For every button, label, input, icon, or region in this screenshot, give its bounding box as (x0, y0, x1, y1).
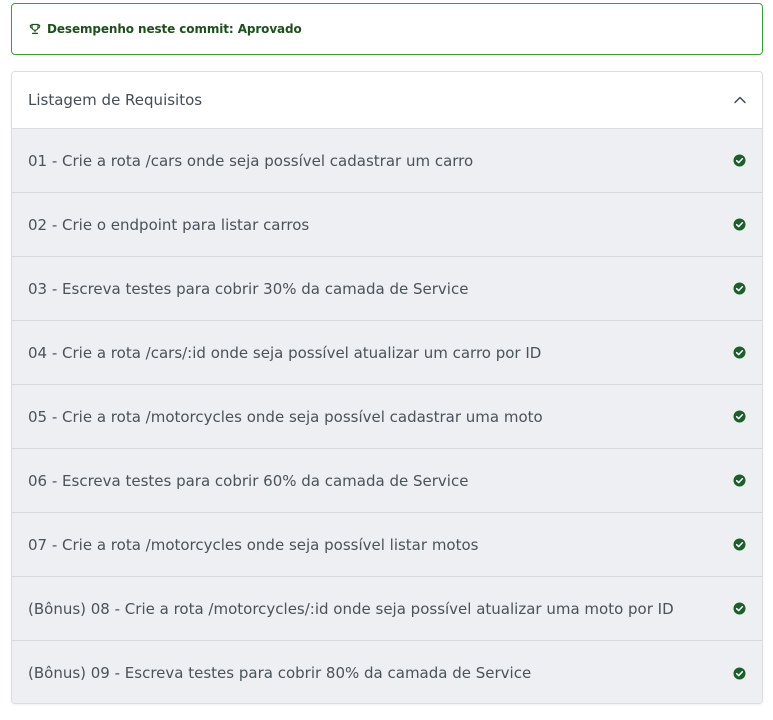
requirement-item-03: 03 - Escreva testes para cobrir 30% da c… (12, 257, 762, 321)
page: Desempenho neste commit: Aprovado Listag… (0, 0, 773, 720)
requirement-label: 02 - Crie o endpoint para listar carros (28, 215, 310, 234)
chevron-up-icon[interactable] (732, 92, 748, 108)
check-circle-icon (733, 667, 746, 680)
requirements-list: 01 - Crie a rota /cars onde seja possíve… (12, 129, 762, 703)
requirement-item-04: 04 - Crie a rota /cars/:id onde seja pos… (12, 321, 762, 385)
requirement-item-06: 06 - Escreva testes para cobrir 60% da c… (12, 449, 762, 513)
requirement-item-05: 05 - Crie a rota /motorcycles onde seja … (12, 385, 762, 449)
status-banner: Desempenho neste commit: Aprovado (11, 3, 763, 55)
commit-status-text: Desempenho neste commit: Aprovado (47, 22, 302, 36)
requirement-item-01: 01 - Crie a rota /cars onde seja possíve… (12, 129, 762, 193)
check-circle-icon (733, 346, 746, 359)
requirement-item-08: (Bônus) 08 - Crie a rota /motorcycles/:i… (12, 577, 762, 641)
requirement-label: 03 - Escreva testes para cobrir 30% da c… (28, 279, 469, 298)
requirement-label: 06 - Escreva testes para cobrir 60% da c… (28, 471, 469, 490)
requirements-accordion-header[interactable]: Listagem de Requisitos (12, 72, 762, 129)
requirement-label: 05 - Crie a rota /motorcycles onde seja … (28, 407, 543, 426)
requirement-item-07: 07 - Crie a rota /motorcycles onde seja … (12, 513, 762, 577)
trophy-icon (29, 23, 41, 35)
check-circle-icon (733, 282, 746, 295)
requirement-label: (Bônus) 08 - Crie a rota /motorcycles/:i… (28, 599, 674, 618)
check-circle-icon (733, 538, 746, 551)
requirements-accordion: Listagem de Requisitos 01 - Crie a rota … (11, 71, 763, 704)
requirement-label: (Bônus) 09 - Escreva testes para cobrir … (28, 664, 532, 682)
check-circle-icon (733, 154, 746, 167)
check-circle-icon (733, 218, 746, 231)
requirements-title: Listagem de Requisitos (28, 91, 203, 109)
requirement-label: 01 - Crie a rota /cars onde seja possíve… (28, 151, 474, 170)
requirement-label: 07 - Crie a rota /motorcycles onde seja … (28, 535, 479, 554)
check-circle-icon (733, 474, 746, 487)
requirement-label: 04 - Crie a rota /cars/:id onde seja pos… (28, 343, 542, 362)
check-circle-icon (733, 602, 746, 615)
check-circle-icon (733, 410, 746, 423)
requirement-item-02: 02 - Crie o endpoint para listar carros (12, 193, 762, 257)
requirement-item-09: (Bônus) 09 - Escreva testes para cobrir … (12, 641, 762, 703)
